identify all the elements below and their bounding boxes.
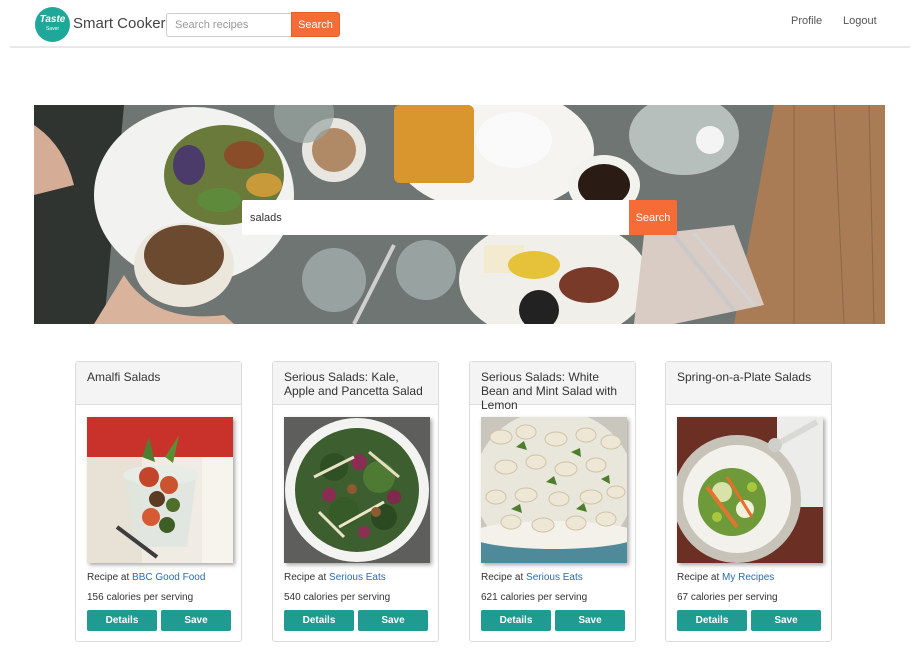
save-button[interactable]: Save (358, 610, 428, 631)
profile-link[interactable]: Profile (791, 15, 822, 27)
hero-search-input[interactable] (242, 200, 631, 235)
recipe-source: Recipe at My Recipes (677, 572, 774, 583)
save-button[interactable]: Save (161, 610, 231, 631)
save-button[interactable]: Save (751, 610, 821, 631)
taste-saver-logo[interactable]: Taste Saver (35, 7, 70, 42)
recipe-card: Serious Salads: White Bean and Mint Sala… (469, 361, 636, 642)
top-navbar: Taste Saver Smart Cooker. Search Profile… (10, 0, 910, 48)
save-button[interactable]: Save (555, 610, 625, 631)
spring-plate-salad-image (677, 417, 823, 563)
recipe-card: Serious Salads: Kale, Apple and Pancetta… (272, 361, 439, 642)
recipe-source-prefix: Recipe at (677, 572, 720, 583)
recipe-source-prefix: Recipe at (284, 572, 327, 583)
details-button[interactable]: Details (481, 610, 551, 631)
salad-glass-image (87, 417, 233, 563)
recipe-title: Spring-on-a-Plate Salads (666, 362, 831, 405)
brand-name[interactable]: Smart Cooker. (73, 15, 169, 32)
recipe-source-link[interactable]: Serious Eats (329, 572, 386, 583)
recipe-source-prefix: Recipe at (481, 572, 524, 583)
recipe-source-prefix: Recipe at (87, 572, 130, 583)
nav-search-input[interactable] (166, 13, 292, 37)
recipe-source-link[interactable]: Serious Eats (526, 572, 583, 583)
recipe-title: Amalfi Salads (76, 362, 241, 405)
recipe-calories: 156 calories per serving (87, 592, 194, 603)
recipe-title: Serious Salads: White Bean and Mint Sala… (470, 362, 635, 412)
recipe-card: Spring-on-a-Plate Salads Recipe at My Re… (665, 361, 832, 642)
hero-banner: Search (34, 105, 885, 324)
nav-search-button[interactable]: Search (291, 12, 340, 37)
recipe-source: Recipe at Serious Eats (481, 572, 583, 583)
recipe-calories: 621 calories per serving (481, 592, 588, 603)
recipe-title: Serious Salads: Kale, Apple and Pancetta… (273, 362, 438, 405)
recipe-source-link[interactable]: BBC Good Food (132, 572, 205, 583)
white-bean-salad-image (481, 417, 627, 563)
recipe-image[interactable] (677, 417, 823, 563)
recipe-source-link[interactable]: My Recipes (722, 572, 774, 583)
recipe-image[interactable] (481, 417, 627, 563)
details-button[interactable]: Details (677, 610, 747, 631)
hero-search-button[interactable]: Search (629, 200, 677, 235)
logo-text-sub: Saver (45, 26, 60, 32)
kale-salad-image (284, 417, 430, 563)
recipe-image[interactable] (284, 417, 430, 563)
logout-link[interactable]: Logout (843, 15, 877, 27)
recipe-source: Recipe at BBC Good Food (87, 572, 205, 583)
recipe-calories: 67 calories per serving (677, 592, 778, 603)
recipe-calories: 540 calories per serving (284, 592, 391, 603)
details-button[interactable]: Details (87, 610, 157, 631)
logo-text-main: Taste (39, 14, 66, 25)
recipe-image[interactable] (87, 417, 233, 563)
recipe-source: Recipe at Serious Eats (284, 572, 386, 583)
details-button[interactable]: Details (284, 610, 354, 631)
recipe-card: Amalfi Salads Recipe at BBC Good Food 15… (75, 361, 242, 642)
